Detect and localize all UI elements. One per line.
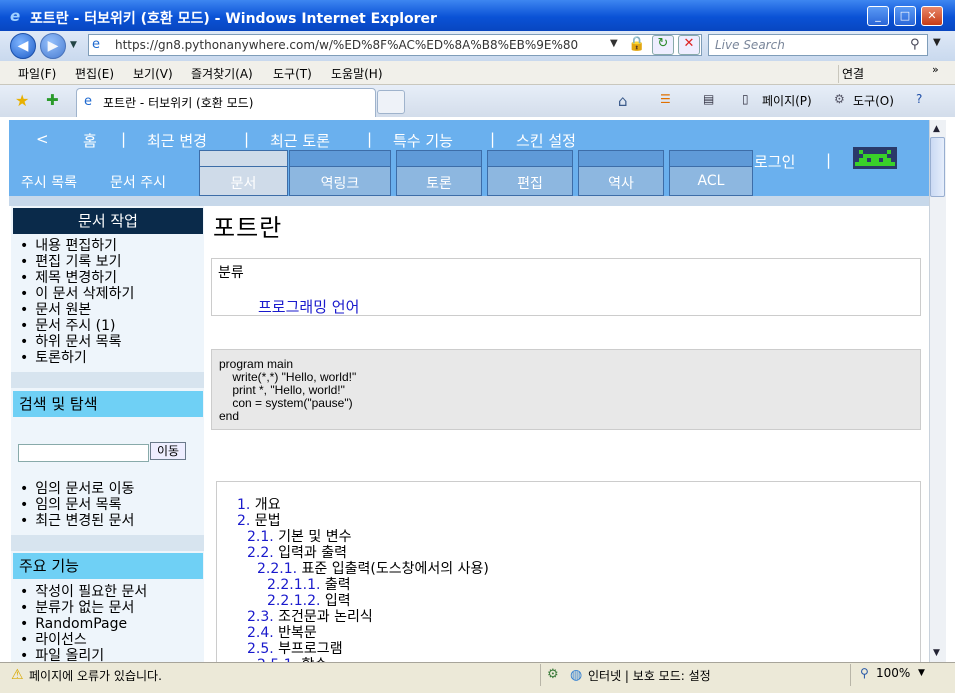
scroll-up-icon[interactable]: ▲ — [933, 124, 940, 134]
vertical-scrollbar[interactable] — [929, 120, 946, 662]
zoom-level[interactable]: 100% — [876, 666, 910, 680]
zoom-dropdown-icon[interactable]: ▼ — [918, 668, 925, 678]
status-pane-divider — [850, 664, 851, 686]
scroll-down-icon[interactable]: ▼ — [933, 648, 940, 658]
toc-item[interactable]: 2.5.1. 함수 — [257, 654, 327, 662]
status-pane-divider — [540, 664, 541, 686]
scrollbar-thumb[interactable] — [930, 137, 945, 197]
status-text[interactable]: 페이지에 오류가 있습니다. — [29, 667, 162, 684]
internet-zone-icon: ◍ — [570, 667, 583, 683]
zoom-icon: ⚲ — [860, 666, 869, 680]
security-zone[interactable]: 인터넷 | 보호 모드: 설정 — [588, 667, 711, 684]
toc-list: 1. 개요 2. 문법 2.1. 기본 및 변수 2.2. 입력과 출력 2.2.1. … — [0, 0, 955, 662]
warning-icon[interactable]: ⚠ — [11, 667, 24, 683]
add-ons-icon[interactable]: ⚙ — [547, 667, 559, 682]
